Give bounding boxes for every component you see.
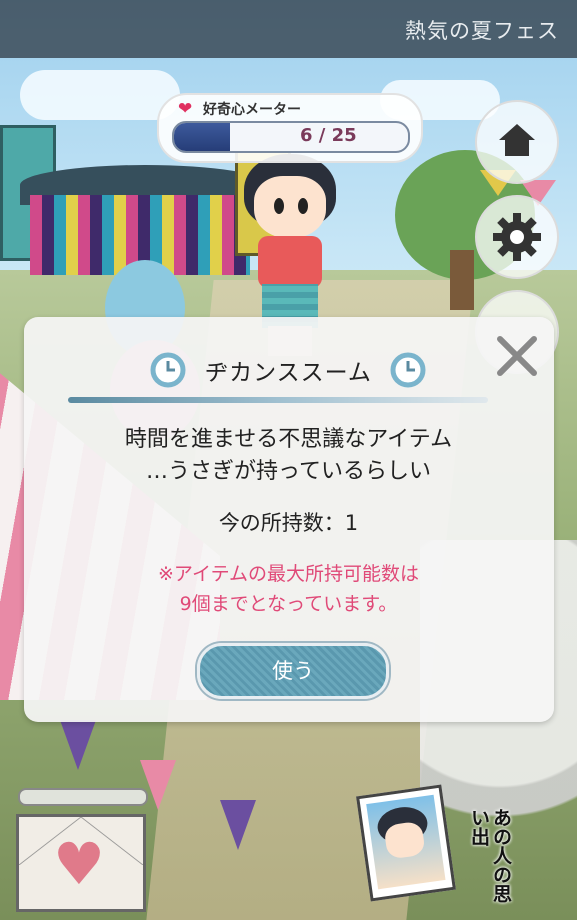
description-line: 時間を進ませる不思議なアイテム xyxy=(124,427,453,452)
settings-button[interactable] xyxy=(475,195,559,279)
meter-bar xyxy=(172,121,410,153)
tree-trunk xyxy=(450,250,474,310)
item-description: 時間を進ませる不思議なアイテム …うさぎが持っているらしい xyxy=(0,424,577,488)
clock-icon xyxy=(390,352,426,388)
gear-icon xyxy=(493,213,541,261)
meter-count: 6 / 25 xyxy=(300,125,357,146)
home-icon xyxy=(499,124,535,156)
title-divider xyxy=(68,397,488,403)
heart-icon: ♥ xyxy=(53,830,105,898)
cloud xyxy=(20,70,180,120)
letter-icon[interactable]: ♥ xyxy=(16,814,146,912)
owned-count: 今の所持数：1 xyxy=(218,511,359,535)
max-owned-note: ※アイテムの最大所持可能数は 9個までとなっています。 xyxy=(0,559,577,619)
dialog-title: ヂカンススーム xyxy=(205,360,372,386)
note-line: 9個までとなっています。 xyxy=(179,593,398,615)
memory-photo[interactable] xyxy=(356,784,456,902)
bunting-flag xyxy=(60,720,96,770)
event-title: 熱気の夏フェス xyxy=(405,19,559,43)
mail-gauge xyxy=(18,788,148,806)
bunting-flag xyxy=(220,800,256,850)
heart-icon: ❤ xyxy=(178,99,193,119)
description-line: …うさぎが持っているらしい xyxy=(146,459,431,484)
use-button[interactable]: 使う xyxy=(197,643,389,699)
note-line: ※アイテムの最大所持可能数は xyxy=(157,563,420,585)
memories-label[interactable]: あの人の思い出 xyxy=(452,808,512,918)
meter-label: 好奇心メーター xyxy=(203,102,301,118)
meter-fill xyxy=(174,123,231,151)
home-button[interactable] xyxy=(475,100,559,184)
